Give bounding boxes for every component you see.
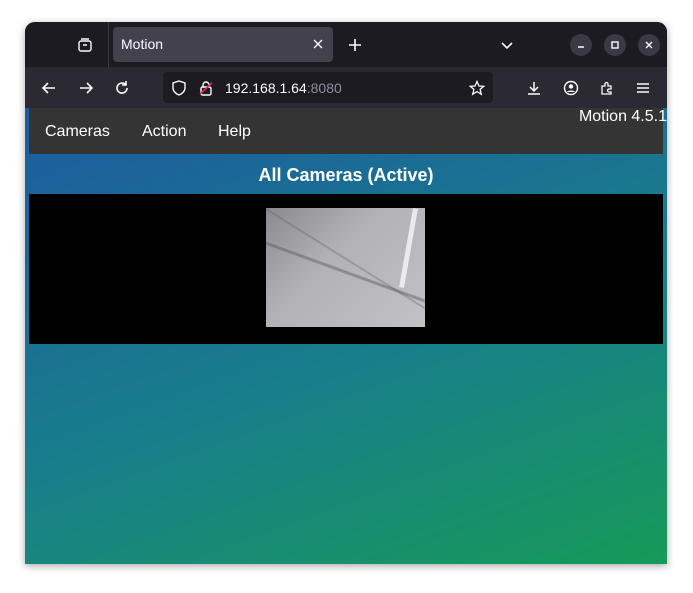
window-close-icon[interactable] [638, 34, 660, 56]
page-content: Cameras Action Help Motion 4.5.1 All Cam… [25, 108, 667, 564]
menu-cameras[interactable]: Cameras [45, 123, 110, 141]
url-host: 192.168.1.64 [225, 80, 307, 96]
menu-help[interactable]: Help [218, 123, 251, 141]
tab-separator [108, 22, 109, 67]
feed-light-streak [399, 208, 418, 288]
feed-shadow-line [266, 208, 425, 327]
url-text: 192.168.1.64:8080 [225, 80, 342, 96]
browser-window: Motion 192.168.1.64:8080 Cameras Action … [25, 22, 667, 564]
navigation-bar: 192.168.1.64:8080 [25, 67, 667, 108]
download-icon[interactable] [523, 77, 545, 99]
url-port: :8080 [306, 80, 342, 96]
close-icon[interactable] [309, 35, 327, 53]
menu-action[interactable]: Action [142, 123, 186, 141]
chevron-down-icon[interactable] [497, 35, 517, 55]
motion-menubar: Cameras Action Help [29, 108, 663, 154]
tab-title: Motion [121, 36, 164, 52]
camera-feed-image[interactable] [266, 208, 425, 327]
tab-motion[interactable]: Motion [113, 27, 333, 62]
insecure-lock-icon[interactable] [197, 79, 215, 97]
shield-icon[interactable] [170, 79, 188, 97]
menu-icon[interactable] [632, 77, 654, 99]
plus-icon[interactable] [344, 34, 366, 56]
address-bar[interactable]: 192.168.1.64:8080 [163, 72, 493, 103]
maximize-icon[interactable] [604, 34, 626, 56]
tab-strip: Motion [25, 22, 667, 67]
page-title: All Cameras (Active) [258, 165, 434, 185]
camera-panel [29, 194, 663, 344]
forward-icon[interactable] [75, 77, 97, 99]
account-icon[interactable] [560, 77, 582, 99]
version-label: Motion 4.5.1 [578, 108, 667, 125]
tab-overview-icon[interactable] [73, 33, 97, 57]
star-icon[interactable] [468, 79, 486, 97]
extensions-icon[interactable] [596, 77, 618, 99]
minimize-icon[interactable] [570, 34, 592, 56]
back-icon[interactable] [38, 77, 60, 99]
reload-icon[interactable] [111, 77, 133, 99]
